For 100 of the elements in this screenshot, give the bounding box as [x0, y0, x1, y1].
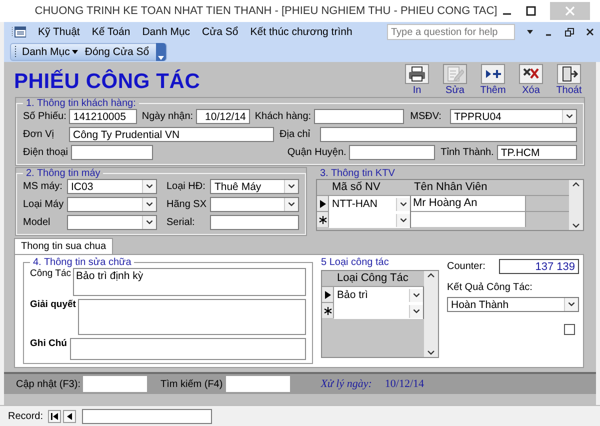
input-field[interactable]: TP.HCM [496, 145, 577, 160]
printer-icon [408, 65, 426, 83]
combo-box[interactable]: Hoàn Thành [447, 297, 579, 312]
chevron-down-icon [142, 198, 156, 211]
caret-icon [72, 50, 78, 54]
field-label: Cập nhật (F3): [16, 378, 80, 390]
text-area[interactable]: Bảo trì định kỳ [73, 268, 306, 296]
restore-icon[interactable] [565, 28, 574, 36]
field-label: Khách hàng: [254, 111, 312, 122]
checkbox[interactable] [564, 324, 575, 335]
chevron-down-icon [562, 110, 576, 123]
chevron-down-icon [142, 216, 156, 229]
edit-icon [446, 65, 464, 83]
field-label: Quận Huyện. [287, 147, 348, 158]
combo-box[interactable] [67, 197, 158, 212]
group-title: 3. Thông tin KTV [320, 168, 396, 179]
dropdown-arrow-icon[interactable] [527, 30, 533, 34]
combo-box[interactable]: TPPRU04 [450, 109, 577, 124]
toolbar-button[interactable] [519, 64, 543, 84]
skip-back-icon [51, 412, 58, 420]
chevron-down-icon [409, 288, 423, 302]
scrollbar[interactable] [424, 271, 438, 357]
combo-box[interactable]: Thuê Máy [210, 179, 299, 194]
input-field[interactable] [320, 127, 577, 142]
column-header: Mã số NV [331, 180, 382, 195]
form-title: PHIẾU CÔNG TÁC [14, 70, 202, 94]
help-search-field[interactable]: Type a question for help [387, 24, 515, 40]
button-label: Xóa [522, 85, 540, 96]
field-label: Serial: [166, 217, 196, 228]
group-title: 5 Loại công tác [321, 257, 390, 268]
input-field[interactable]: 141210005 [69, 109, 137, 124]
input-field[interactable]: Công Ty Prudential VN [69, 127, 274, 142]
text-area[interactable] [78, 299, 306, 335]
toolbar-button[interactable] [557, 64, 581, 84]
maximize-icon[interactable] [526, 6, 536, 16]
field-label: Counter: [447, 261, 486, 272]
input-field[interactable] [83, 376, 148, 392]
menu-item[interactable]: Cửa Sổ [202, 26, 238, 38]
toolbar-button[interactable]: Đóng Cửa Sổ [82, 44, 152, 60]
menu-item[interactable]: Kỹ Thuật [38, 26, 80, 38]
input-field[interactable] [314, 109, 404, 124]
input-field[interactable] [71, 145, 154, 160]
field-label: Hãng SX [166, 199, 208, 210]
group-title: 1. Thông tin khách hàng: [25, 98, 137, 109]
chevron-down-icon [564, 298, 578, 311]
field-label: Tỉnh Thành. [440, 147, 495, 158]
toolbar-button[interactable] [481, 64, 505, 84]
combo-box[interactable] [67, 215, 158, 230]
menu-item[interactable]: Danh Mục [142, 26, 190, 38]
field-label: MSĐV: [410, 111, 442, 122]
form-icon [12, 26, 26, 38]
first-record-button[interactable] [48, 410, 62, 422]
combo-cell[interactable] [329, 212, 411, 228]
menu-item[interactable]: Kế Toán [92, 26, 130, 38]
tab[interactable]: Thong tin sua chua [14, 238, 114, 254]
combo-box[interactable] [210, 197, 299, 212]
button-label: Thêm [480, 85, 506, 96]
input-field[interactable] [226, 376, 290, 392]
exit-icon [560, 65, 578, 83]
menu-item[interactable]: Kết thúc chương trình [250, 26, 352, 38]
menu-button[interactable]: Danh Mục [20, 44, 80, 60]
column-header: Loại Công Tác [336, 271, 410, 286]
field-label: Công Tác [30, 268, 72, 279]
chevron-down-icon [409, 304, 423, 318]
chevron-down-icon [284, 198, 298, 211]
group-title: 2. Thông tin máy [25, 168, 102, 179]
field-label: Loại HĐ: [166, 181, 206, 192]
chevron-down-icon [158, 56, 164, 61]
triangle-left-icon [67, 412, 72, 420]
field-label: Địa chỉ [280, 129, 312, 140]
toolbar-button[interactable] [405, 64, 429, 84]
input-field[interactable] [349, 145, 435, 160]
combo-cell[interactable]: Bảo trì [334, 287, 424, 303]
chevron-down-icon [142, 180, 156, 193]
field-label: Model [23, 217, 52, 228]
field-label: Giải quyết [30, 299, 77, 310]
record-label: Record: [8, 410, 44, 422]
field-label: Số Phiếu: [23, 111, 68, 122]
group-title: 4. Thông tin sửa chữa [32, 257, 132, 268]
combo-cell[interactable] [334, 303, 424, 319]
field-label: Ngày nhận: [142, 111, 194, 122]
combo-box[interactable]: IC03 [67, 179, 158, 194]
column-header: Tên Nhân Viên [413, 180, 488, 195]
toolbar-overflow-button[interactable] [156, 43, 166, 61]
button-label: Sửa [446, 85, 464, 96]
scrollbar[interactable] [569, 180, 583, 230]
counter-field[interactable]: 137 139 [499, 259, 579, 274]
text-area[interactable] [70, 338, 306, 360]
combo-cell[interactable]: NTT-HAN [329, 196, 411, 212]
field-label: Tìm kiếm (F4) [160, 378, 223, 390]
previous-record-button[interactable] [63, 410, 76, 422]
window-title: CHUONG TRINH KE TOAN NHAT TIEN THANH - [PHIEU NGHIEM THU - PHIEU CONG TAC] [34, 5, 498, 17]
record-number-field[interactable] [82, 408, 212, 424]
field-label: Loại Máy [23, 199, 65, 210]
date-value: 10/12/14 [384, 378, 424, 390]
chevron-down-icon [284, 180, 298, 193]
input-field[interactable] [210, 215, 299, 230]
grip-icon [14, 46, 17, 58]
input-field[interactable]: 10/12/14 [196, 109, 250, 124]
close-icon[interactable] [586, 28, 594, 36]
